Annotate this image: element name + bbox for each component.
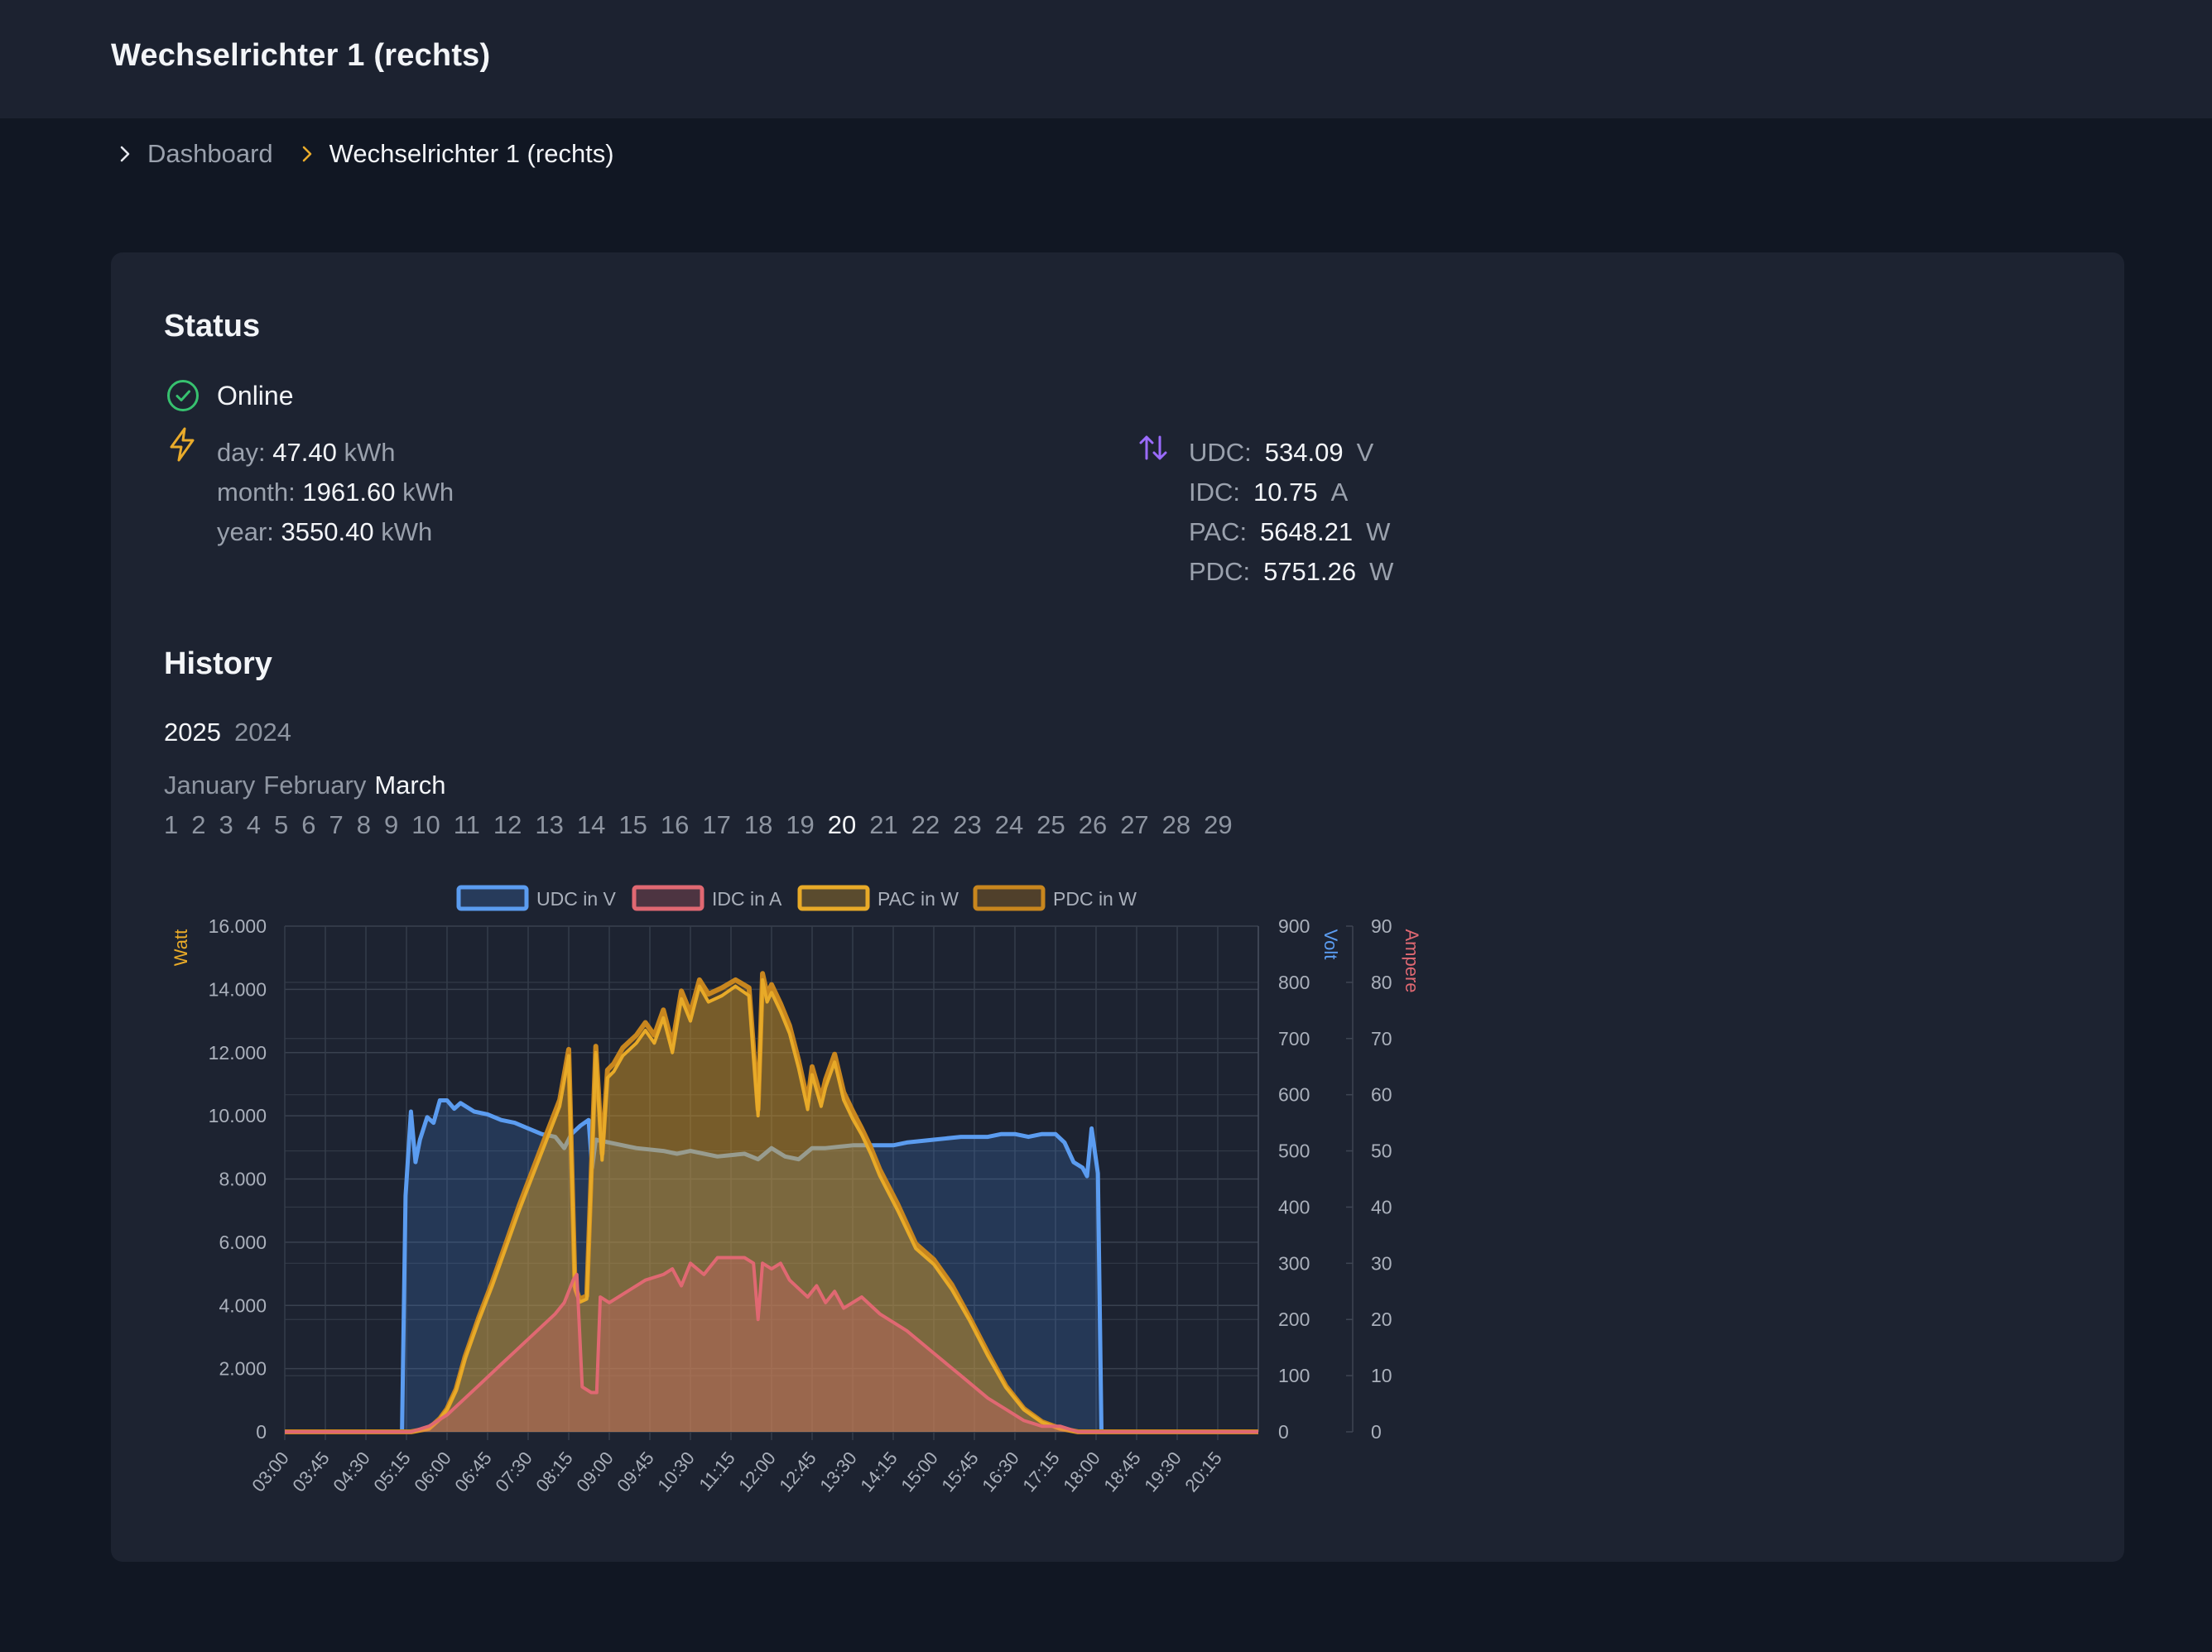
y-amp-title: Ampere [1402,929,1422,992]
y-volt-tick: 700 [1278,1028,1310,1049]
x-tick: 11:15 [695,1448,738,1495]
y-amp-tick: 50 [1371,1141,1392,1162]
x-tick: 04:30 [329,1448,374,1496]
y-volt-title: Volt [1320,929,1341,960]
breadcrumb-item-current: Wechselrichter 1 (rechts) [298,139,614,169]
top-bar: Wechselrichter 1 (rechts) [0,0,2212,118]
y-left-tick: 14.000 [209,978,267,1000]
x-tick: 09:45 [613,1448,658,1496]
x-tick: 10:30 [653,1448,699,1496]
x-tick: 08:15 [531,1448,577,1496]
x-tick: 06:00 [410,1448,455,1496]
y-left-tick: 12.000 [209,1042,267,1064]
y-volt-tick: 0 [1278,1421,1289,1443]
x-tick: 13:30 [815,1448,861,1496]
inverter-card: Status Online day: 47.40 kWh month: 1961… [111,252,2124,1562]
x-tick: 09:00 [572,1448,618,1496]
history-chart: 0 2.000 4.000 6.000 8.000 10.000 12.000 14.000 1… [171,885,1422,1496]
y-volt-tick: 900 [1278,915,1310,937]
breadcrumb: Dashboard Wechselrichter 1 (rechts) [116,136,614,172]
x-tick: 18:00 [1059,1448,1104,1496]
chevron-right-icon [302,146,311,162]
legend-label: PAC in W [878,888,959,910]
legend-label: IDC in A [712,888,782,910]
legend-swatch [797,885,870,911]
x-tick: 20:15 [1181,1448,1226,1496]
y-amp-tick: 20 [1371,1309,1392,1330]
y-volt-tick: 400 [1278,1196,1310,1217]
y-volt-tick: 200 [1278,1309,1310,1330]
y-amp-tick: 30 [1371,1252,1392,1274]
legend-swatch [632,885,704,911]
legend-label: UDC in V [536,888,617,910]
y-amp-tick: 40 [1371,1196,1392,1217]
y-amp-tick: 70 [1371,1028,1392,1049]
x-tick: 16:30 [978,1448,1023,1496]
chevron-right-icon [120,146,130,162]
x-tick: 19:30 [1140,1448,1185,1496]
y-volt-tick: 500 [1278,1141,1310,1162]
x-tick: 12:45 [775,1448,820,1496]
y-amp-tick: 60 [1371,1084,1392,1106]
legend-label: PDC in W [1053,888,1137,910]
y-left-tick: 0 [256,1421,267,1443]
y-left-title: Watt [171,929,191,966]
x-tick: 03:00 [248,1448,293,1496]
y-left-tick: 8.000 [219,1169,267,1190]
y-volt-tick: 600 [1278,1084,1310,1106]
y-amp-tick: 10 [1371,1365,1392,1386]
breadcrumb-item-dashboard[interactable]: Dashboard [116,139,273,169]
x-tick: 14:15 [856,1448,902,1496]
x-tick: 15:45 [937,1448,983,1496]
y-left-tick: 6.000 [219,1232,267,1253]
y-left-tick: 16.000 [209,915,267,937]
legend-swatch [973,885,1046,911]
y-amp-tick: 90 [1371,915,1392,937]
y-amp-tick: 0 [1371,1421,1382,1443]
x-tick: 17:15 [1018,1448,1064,1496]
y-volt-tick: 100 [1278,1365,1310,1386]
breadcrumb-link-dashboard[interactable]: Dashboard [147,139,273,169]
x-tick: 05:15 [369,1448,415,1496]
y-left-tick: 4.000 [219,1294,267,1316]
legend-swatch [456,885,529,911]
y-amp-tick: 80 [1371,972,1392,993]
y-left-tick: 2.000 [219,1358,267,1380]
x-tick: 15:00 [897,1448,942,1496]
y-volt-tick: 300 [1278,1252,1310,1274]
x-tick: 12:00 [734,1448,780,1496]
y-volt-tick: 800 [1278,972,1310,993]
x-tick: 07:30 [491,1448,536,1496]
x-tick: 03:45 [288,1448,334,1496]
x-tick: 06:45 [450,1448,496,1496]
y-left-tick: 10.000 [209,1105,267,1126]
page-title: Wechselrichter 1 (rechts) [111,38,491,73]
x-tick: 18:45 [1099,1448,1145,1496]
breadcrumb-current: Wechselrichter 1 (rechts) [329,139,614,168]
